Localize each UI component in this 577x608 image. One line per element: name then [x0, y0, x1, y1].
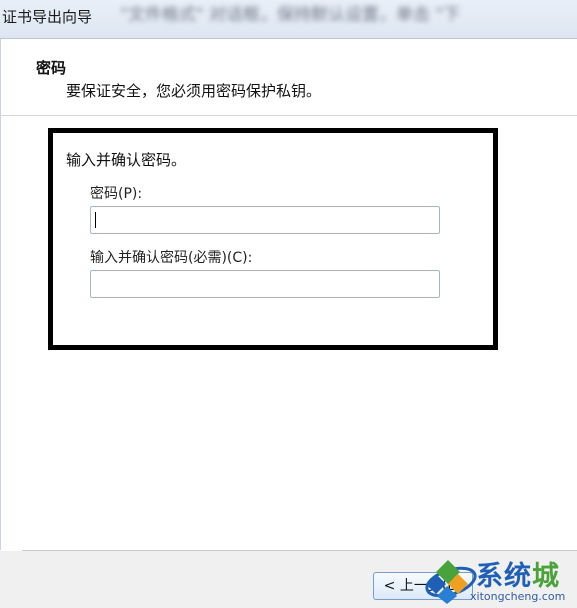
password-input[interactable]: [90, 206, 440, 234]
password-group-label: 输入并确认密码。: [66, 151, 187, 169]
title-bar: 证书导出向导 "文件格式" 对话框，保持默认设置，单击 "下: [0, 0, 577, 39]
section-description: 要保证安全，您必须用密码保护私钥。: [66, 82, 322, 100]
watermark-brand-part2: 城: [532, 561, 560, 592]
watermark-url: xitongcheng.com: [470, 590, 566, 603]
watermark: 系统城 xitongcheng.com: [424, 552, 577, 608]
wizard-header: [0, 39, 577, 115]
watermark-brand-part1: 系统: [476, 561, 532, 592]
blurred-caption: "文件格式" 对话框，保持默认设置，单击 "下: [120, 5, 461, 25]
text-caret: [95, 212, 96, 228]
password-label: 密码(P):: [90, 186, 143, 202]
watermark-brand: 系统城: [476, 554, 560, 593]
section-title: 密码: [36, 59, 67, 77]
confirm-password-input[interactable]: [90, 270, 440, 298]
confirm-password-label: 输入并确认密码(必需)(C):: [90, 250, 253, 266]
window-title: 证书导出向导: [2, 8, 93, 26]
